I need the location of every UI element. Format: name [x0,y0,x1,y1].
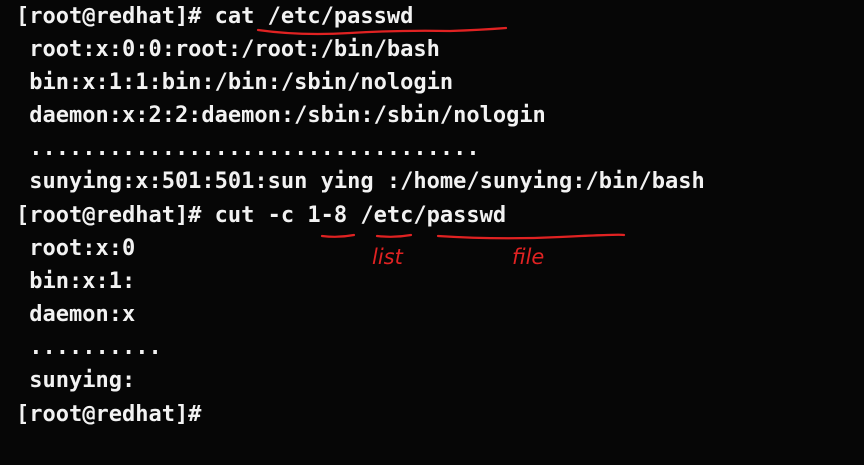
output-line-bin: bin:x:1:1:bin:/bin:/sbin/nologin [16,70,454,95]
cut-output-ellipsis: .......... [16,335,162,360]
file-underline [436,233,626,240]
output-line-root: root:x:0:0:root:/root:/bin/bash [16,37,440,62]
cut-output-daemon: daemon:x [16,302,136,327]
terminal-window[interactable]: [root@redhat]# cat /etc/passwd root:x:0:… [0,0,864,465]
file-label: file [512,245,544,269]
list-label: list [372,245,404,269]
cut-output-bin: bin:x:1: [16,269,136,294]
prompt-line-current[interactable]: [root@redhat]# [16,400,215,430]
output-line-daemon: daemon:x:2:2:daemon:/sbin:/sbin/nologin [16,103,546,128]
range-underline [375,233,413,238]
prompt-line-cat: [root@redhat]# cat /etc/passwd [16,4,414,29]
cut-output-sunying: sunying: [16,368,136,393]
output-line-ellipsis: .................................. [16,136,480,161]
output-line-sunying: sunying:x:501:501:sun ying :/home/sunyin… [16,169,705,194]
option-c-underline [320,233,356,238]
cut-output-root: root:x:0 [16,236,136,261]
prompt-line-cut: [root@redhat]# cut -c 1-8 /etc/passwd [16,203,507,228]
